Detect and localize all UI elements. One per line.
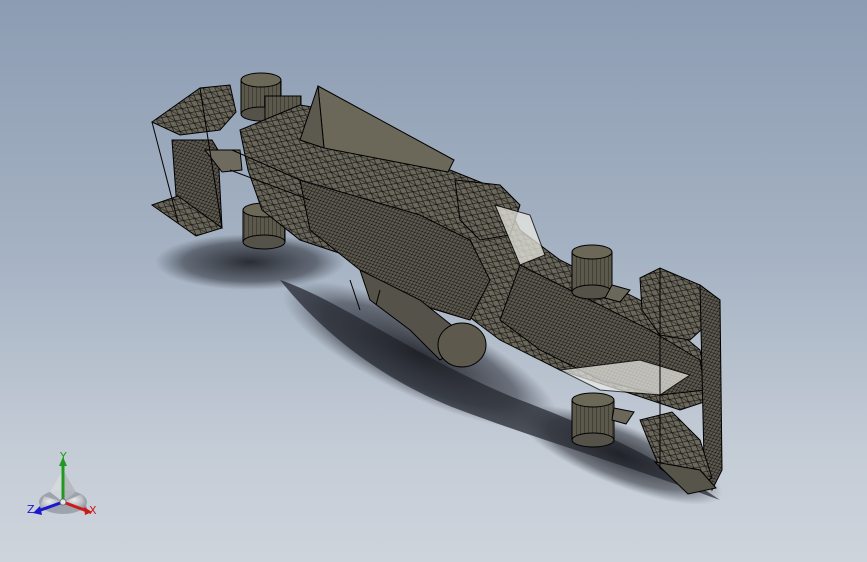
front-tire-upper[interactable] xyxy=(571,244,631,303)
f1-car-model[interactable] xyxy=(0,0,867,562)
triad-z-label: Z xyxy=(27,503,35,516)
orientation-triad[interactable]: Y Z X xyxy=(24,448,108,524)
graphics-viewport[interactable]: Y Z X xyxy=(0,0,867,562)
triad-x-label: X xyxy=(89,504,97,517)
triad-y-label: Y xyxy=(60,450,67,463)
rear-wing[interactable] xyxy=(150,84,243,237)
